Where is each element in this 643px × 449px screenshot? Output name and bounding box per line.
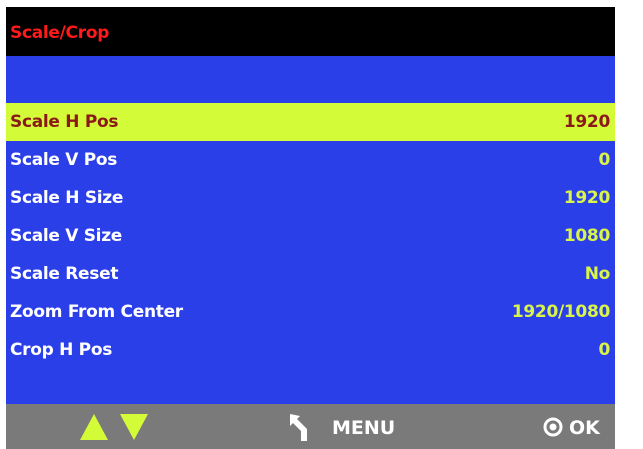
menu-item-value: 1920: [563, 188, 610, 208]
menu-item-label: Scale V Size: [10, 226, 123, 246]
screen: Scale/Crop Scale H Pos 1920 Scale V Pos …: [0, 0, 643, 449]
menu-item-scale-h-size[interactable]: Scale H Size 1920: [6, 179, 615, 217]
menu-item-crop-h-pos[interactable]: Crop H Pos 0: [6, 331, 615, 369]
device-display: Scale/Crop Scale H Pos 1920 Scale V Pos …: [6, 7, 615, 449]
triangle-down-icon[interactable]: [120, 414, 148, 440]
title-bar: Scale/Crop: [6, 7, 615, 56]
menu-item-zoom-from-center[interactable]: Zoom From Center 1920/1080: [6, 293, 615, 331]
menu-item-label: Scale H Size: [10, 188, 124, 208]
menu-list: Scale H Pos 1920 Scale V Pos 0 Scale H S…: [6, 56, 615, 442]
menu-item-label: Scale Reset: [10, 264, 119, 284]
menu-item-label: Zoom From Center: [10, 302, 183, 322]
menu-item-label: Crop H Pos: [10, 340, 113, 360]
ok-button-label[interactable]: OK: [569, 417, 600, 439]
menu-item-value: 1080: [563, 226, 610, 246]
menu-item-value: 0: [598, 340, 610, 360]
menu-button-label[interactable]: MENU: [332, 417, 395, 439]
footer-bar: MENU OK: [6, 404, 615, 449]
menu-item-scale-v-pos[interactable]: Scale V Pos 0: [6, 141, 615, 179]
page-title: Scale/Crop: [10, 23, 110, 43]
menu-item-scale-h-pos[interactable]: Scale H Pos 1920: [6, 103, 615, 141]
menu-item-scale-reset[interactable]: Scale Reset No: [6, 255, 615, 293]
triangle-up-icon[interactable]: [80, 414, 108, 440]
back-arrow-icon[interactable]: [286, 412, 316, 442]
menu-item-label: Scale H Pos: [10, 112, 119, 132]
menu-item-value: No: [584, 264, 611, 284]
menu-item-value: 0: [598, 150, 610, 170]
menu-item-value: 1920: [563, 112, 610, 132]
circle-dot-icon[interactable]: [543, 417, 563, 437]
menu-item-label: Scale V Pos: [10, 150, 118, 170]
menu-item-value: 1920/1080: [511, 302, 610, 322]
menu-item-scale-v-size[interactable]: Scale V Size 1080: [6, 217, 615, 255]
